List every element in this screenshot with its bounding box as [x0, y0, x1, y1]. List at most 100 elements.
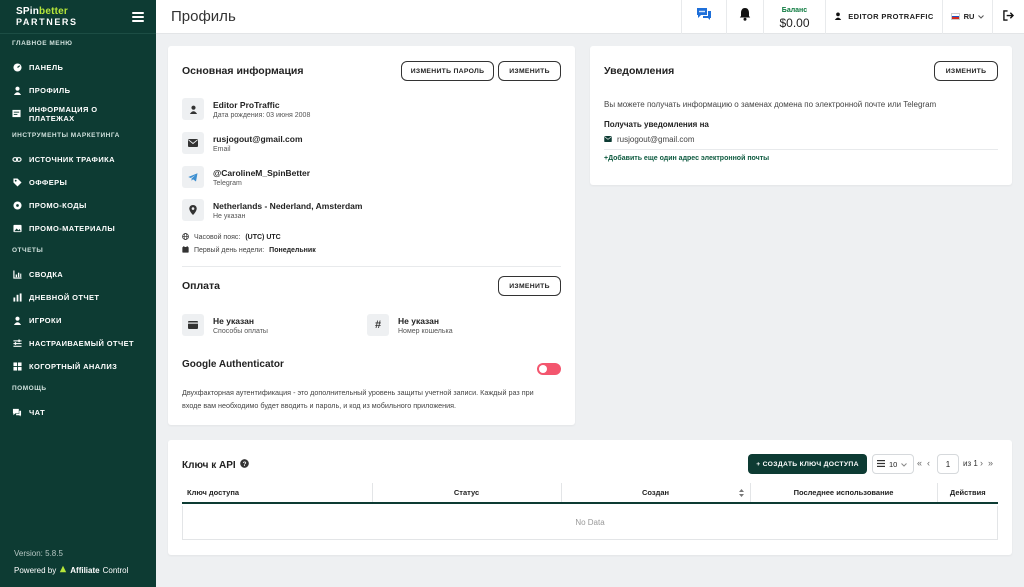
player-icon: [12, 316, 22, 326]
sidebar-item-promo-codes[interactable]: ПРОМО-КОДЫ: [0, 194, 156, 217]
sort-icon[interactable]: [738, 489, 744, 499]
column-access-key[interactable]: Ключ доступа: [182, 483, 373, 504]
telegram-icon: [182, 166, 204, 188]
logo-text-spin: SPin: [16, 5, 40, 17]
sidebar-item-summary[interactable]: СВОДКА: [0, 263, 156, 286]
chevron-down-icon: [978, 12, 985, 21]
sidebar-item-cohort-analysis[interactable]: КОГОРТНЫЙ АНАЛИЗ: [0, 355, 156, 378]
timezone-value: (UTC) UTC: [245, 234, 281, 241]
section-divider: [182, 266, 561, 267]
user-full-name: Editor ProTraffic: [213, 99, 280, 110]
envelope-icon: [604, 135, 612, 144]
last-page-icon[interactable]: »: [988, 458, 993, 468]
create-api-key-button[interactable]: + СОЗДАТЬ КЛЮЧ ДОСТУПА: [748, 454, 867, 474]
next-page-icon[interactable]: ›: [980, 458, 983, 468]
profile-card: Основная информация ИЗМЕНИТЬ ПАРОЛЬ ИЗМЕ…: [168, 46, 575, 425]
api-keys-table: Ключ доступа Статус Создан Последнее исп…: [182, 483, 998, 504]
add-email-link[interactable]: +Добавить еще один адрес электронной поч…: [604, 155, 769, 162]
wallet-number-value: Не указан: [398, 315, 440, 326]
telegram-label: Telegram: [213, 179, 242, 187]
sidebar-item-profile[interactable]: ПРОФИЛЬ: [0, 79, 156, 102]
logout-button[interactable]: [992, 0, 1024, 34]
location-row: Netherlands - Nederland, Amsterdam Не ука…: [182, 199, 362, 221]
bell-icon: [739, 7, 751, 26]
bar-chart-icon: [12, 293, 22, 303]
sidebar-item-daily-report[interactable]: ДНЕВНОЙ ОТЧЕТ: [0, 286, 156, 309]
chat-bubble-icon: [696, 7, 712, 26]
notifications-card: Уведомления ИЗМЕНИТЬ Вы можете получать …: [590, 46, 1012, 185]
week-start-row: Первый день недели: Понедельник: [182, 246, 316, 255]
tag-icon: [12, 178, 22, 188]
edit-payment-button[interactable]: ИЗМЕНИТЬ: [498, 276, 561, 296]
email-row: rusjogout@gmail.com Email: [182, 132, 303, 154]
logo-text-partners: PARTNERS: [16, 16, 78, 27]
column-last-used[interactable]: Последнее использование: [750, 483, 938, 504]
name-row: Editor ProTraffic Дата рождения: 03 июня …: [182, 98, 310, 120]
api-title: Ключ к API: [182, 459, 236, 471]
promo-code-icon: [12, 201, 22, 211]
page-size-select[interactable]: 10: [872, 454, 914, 474]
calendar-icon: [182, 246, 189, 255]
hash-icon: #: [367, 314, 389, 336]
user-menu[interactable]: EDITOR PROTRAFFIC: [825, 0, 942, 34]
first-page-icon[interactable]: «: [917, 458, 922, 468]
brand-logo[interactable]: SPinbetter PARTNERS: [16, 5, 78, 27]
table-empty-state: No Data: [182, 506, 998, 540]
sidebar-item-dashboard[interactable]: ПАНЕЛЬ: [0, 56, 156, 79]
user-telegram: @CarolineM_SpinBetter: [213, 167, 311, 178]
current-page-input[interactable]: 1: [937, 454, 959, 474]
balance-label: Баланс: [781, 6, 808, 14]
page-title: Профиль: [171, 8, 236, 25]
user-icon: [834, 12, 842, 22]
payments-icon: [12, 109, 22, 119]
table-header-row: Ключ доступа Статус Создан Последнее исп…: [182, 483, 998, 504]
sidebar-footer: Version: 5.8.5 Powered by Affiliate Contr…: [14, 549, 128, 575]
sidebar-item-custom-report[interactable]: НАСТРАИВАЕМЫЙ ОТЧЕТ: [0, 332, 156, 355]
version-text: Version: 5.8.5: [14, 549, 63, 558]
birth-date: Дата рождения: 03 июня 2008: [213, 111, 311, 119]
location-label: Не указан: [213, 212, 246, 220]
edit-notifications-button[interactable]: ИЗМЕНИТЬ: [934, 61, 998, 81]
sidebar-item-chat[interactable]: ЧАТ: [0, 401, 156, 424]
sidebar-header: SPinbetter PARTNERS: [0, 0, 156, 34]
user-email: rusjogout@gmail.com: [213, 133, 303, 144]
help-icon[interactable]: ?: [239, 459, 249, 471]
globe-icon: [182, 233, 189, 242]
notifications-button[interactable]: [726, 0, 763, 34]
google-auth-toggle[interactable]: [537, 363, 561, 375]
payment-title: Оплата: [182, 280, 221, 292]
column-status[interactable]: Статус: [372, 483, 562, 504]
user-icon: [12, 86, 22, 96]
sidebar-item-traffic-source[interactable]: ИСТОЧНИК ТРАФИКА: [0, 148, 156, 171]
chevron-down-icon: [901, 460, 908, 469]
section-main-menu: ГЛАВНОЕ МЕНЮ: [12, 40, 73, 47]
user-location: Netherlands - Nederland, Amsterdam: [213, 200, 363, 211]
image-icon: [12, 224, 22, 234]
link-icon: [12, 155, 22, 165]
edit-basic-info-button[interactable]: ИЗМЕНИТЬ: [498, 61, 561, 81]
support-chat-button[interactable]: [681, 0, 726, 34]
logout-icon: [1003, 8, 1015, 26]
section-help: ПОМОЩЬ: [12, 385, 47, 392]
sidebar-item-payments[interactable]: ИНФОРМАЦИЯ О ПЛАТЕЖАХ: [0, 102, 156, 125]
language-selector[interactable]: RU: [942, 0, 992, 34]
svg-text:?: ?: [242, 461, 246, 468]
prev-page-icon[interactable]: ‹: [927, 458, 930, 468]
sidebar-item-offers[interactable]: ОФФЕРЫ: [0, 171, 156, 194]
basic-info-title: Основная информация: [182, 65, 304, 77]
menu-toggle-icon[interactable]: [132, 11, 144, 22]
change-password-button[interactable]: ИЗМЕНИТЬ ПАРОЛЬ: [401, 61, 494, 81]
week-start-value: Понедельник: [269, 247, 316, 254]
wallet-number-label: Номер кошелька: [398, 327, 453, 335]
column-created[interactable]: Создан: [561, 483, 751, 504]
affiliate-control-logo-icon: [59, 565, 67, 575]
notifications-title: Уведомления: [604, 65, 675, 77]
google-auth-description: Двухфакторная аутентификация - это допол…: [182, 388, 534, 410]
map-pin-icon: [182, 199, 204, 221]
sidebar-item-promo-materials[interactable]: ПРОМО-МАТЕРИАЛЫ: [0, 217, 156, 240]
wallet-icon: [182, 314, 204, 336]
top-header: Профиль Баланс $0.00 EDITOR PROTRAFFIC R…: [156, 0, 1024, 34]
user-name: EDITOR PROTRAFFIC: [848, 12, 934, 21]
sidebar-item-players[interactable]: ИГРОКИ: [0, 309, 156, 332]
balance-widget[interactable]: Баланс $0.00: [763, 0, 825, 34]
